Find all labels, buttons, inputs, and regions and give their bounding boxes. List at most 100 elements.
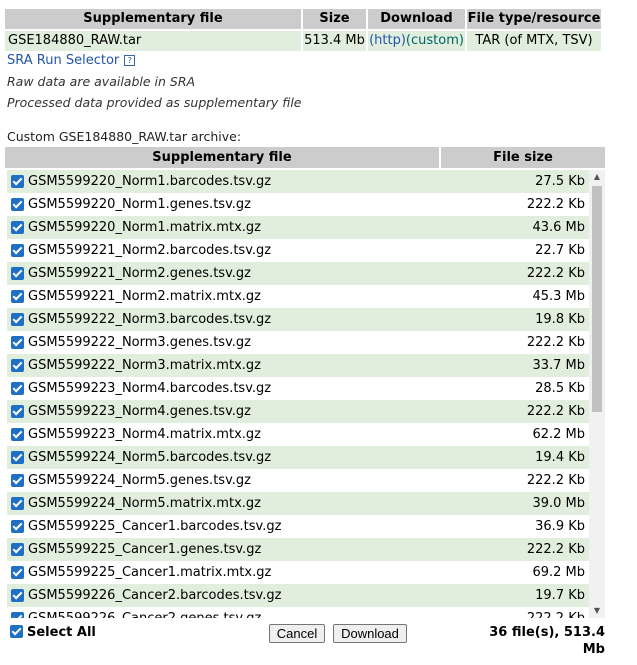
- file-size: 222.2 Kb: [526, 542, 585, 557]
- checkbox-checked-icon[interactable]: [11, 589, 24, 602]
- select-all-label[interactable]: Select All: [27, 624, 96, 641]
- file-name: GSM5599224_Norm5.matrix.mtx.gz: [28, 496, 261, 511]
- file-name: GSM5599222_Norm3.barcodes.tsv.gz: [28, 312, 272, 327]
- table-row[interactable]: GSM5599223_Norm4.matrix.mtx.gz 62.2 Mb: [7, 423, 589, 446]
- file-size: 45.3 Mb: [532, 289, 585, 304]
- table-row[interactable]: GSM5599225_Cancer1.genes.tsv.gz 222.2 Kb: [7, 538, 589, 561]
- file-name: GSM5599224_Norm5.genes.tsv.gz: [28, 473, 251, 488]
- download-button[interactable]: Download: [333, 624, 407, 643]
- file-size: 39.0 Mb: [532, 496, 585, 511]
- file-size: 222.2 Kb: [526, 473, 585, 488]
- checkbox-checked-icon[interactable]: [11, 175, 24, 188]
- file-size: 222.2 Kb: [527, 607, 585, 618]
- file-name: GSM5599220_Norm1.genes.tsv.gz: [28, 197, 251, 212]
- file-size: 36.9 Kb: [535, 519, 585, 534]
- file-size: 222.2 Kb: [526, 197, 585, 212]
- select-all-checkbox[interactable]: [10, 625, 24, 639]
- table-row[interactable]: GSM5599225_Cancer1.barcodes.tsv.gz 36.9 K…: [7, 515, 589, 538]
- help-question-icon[interactable]: ?: [124, 55, 136, 66]
- table-row[interactable]: GSM5599221_Norm2.barcodes.tsv.gz 22.7 Kb: [7, 239, 589, 262]
- file-name: GSM5599221_Norm2.matrix.mtx.gz: [28, 289, 261, 304]
- file-size: 28.5 Kb: [535, 381, 585, 396]
- triangle-down-icon[interactable]: ▼: [589, 604, 605, 618]
- table-row[interactable]: GSM5599223_Norm4.genes.tsv.gz 222.2 Kb: [7, 400, 589, 423]
- sra-run-selector-link[interactable]: SRA Run Selector: [7, 53, 119, 68]
- table-row[interactable]: GSM5599220_Norm1.genes.tsv.gz 222.2 Kb: [7, 193, 589, 216]
- checkbox-checked-icon[interactable]: [11, 336, 24, 349]
- file-size: 33.7 Mb: [532, 358, 585, 373]
- cancel-button[interactable]: Cancel: [269, 624, 325, 643]
- file-size: 222.2 Kb: [526, 335, 585, 350]
- top-col-header-download: Download: [368, 9, 465, 29]
- checkbox-checked-icon[interactable]: [11, 359, 24, 372]
- table-row[interactable]: GSM5599221_Norm2.genes.tsv.gz 222.2 Kb: [7, 262, 589, 285]
- top-download-cell: (http)(custom): [368, 31, 465, 51]
- table-row[interactable]: GSM5599225_Cancer1.matrix.mtx.gz 69.2 Mb: [7, 561, 589, 584]
- file-name: GSM5599225_Cancer1.barcodes.tsv.gz: [28, 519, 282, 534]
- table-row[interactable]: GSM5599221_Norm2.matrix.mtx.gz 45.3 Mb: [7, 285, 589, 308]
- checkbox-checked-icon[interactable]: [11, 290, 24, 303]
- note-raw-data: Raw data are available in SRA: [7, 74, 196, 89]
- checkbox-checked-icon[interactable]: [11, 520, 24, 533]
- file-name: GSM5599223_Norm4.matrix.mtx.gz: [28, 427, 261, 442]
- top-file-type: TAR (of MTX, TSV): [467, 31, 601, 51]
- checkbox-checked-icon[interactable]: [11, 244, 24, 257]
- file-name: GSM5599224_Norm5.barcodes.tsv.gz: [28, 450, 272, 465]
- checkbox-checked-icon[interactable]: [11, 382, 24, 395]
- file-name: GSM5599223_Norm4.barcodes.tsv.gz: [28, 381, 272, 396]
- top-col-header-file: Supplementary file: [5, 9, 301, 29]
- file-name: GSM5599225_Cancer1.genes.tsv.gz: [28, 542, 262, 557]
- download-http-link[interactable]: (http): [369, 33, 406, 48]
- archive-label: Custom GSE184880_RAW.tar archive:: [7, 129, 242, 144]
- file-name: GSM5599221_Norm2.barcodes.tsv.gz: [28, 243, 272, 258]
- checkbox-checked-icon[interactable]: [11, 313, 24, 326]
- file-size: 222.2 Kb: [526, 404, 585, 419]
- table-row[interactable]: GSM5599220_Norm1.barcodes.tsv.gz 27.5 Kb: [7, 170, 589, 193]
- file-name: GSM5599226_Cancer2.barcodes.tsv.gz: [28, 588, 282, 603]
- file-list-rows: GSM5599220_Norm1.barcodes.tsv.gz 27.5 Kb G…: [7, 170, 589, 618]
- top-col-header-type: File type/resource: [467, 9, 601, 29]
- table-row[interactable]: GSM5599222_Norm3.barcodes.tsv.gz 19.8 Kb: [7, 308, 589, 331]
- vertical-scrollbar[interactable]: ▲ ▼: [589, 170, 605, 618]
- checkbox-checked-icon[interactable]: [11, 566, 24, 579]
- file-size: 22.7 Kb: [535, 243, 585, 258]
- checkbox-checked-icon[interactable]: [11, 451, 24, 464]
- table-row[interactable]: GSM5599222_Norm3.matrix.mtx.gz 33.7 Mb: [7, 354, 589, 377]
- table-row[interactable]: GSM5599223_Norm4.barcodes.tsv.gz 28.5 Kb: [7, 377, 589, 400]
- checkbox-checked-icon[interactable]: [11, 405, 24, 418]
- file-size: 43.6 Mb: [532, 220, 585, 235]
- table-row[interactable]: GSM5599226_Cancer2.barcodes.tsv.gz 19.7 K…: [7, 584, 589, 607]
- file-name: GSM5599221_Norm2.genes.tsv.gz: [28, 266, 251, 281]
- checkbox-checked-icon[interactable]: [11, 497, 24, 510]
- triangle-up-icon[interactable]: ▲: [589, 170, 605, 184]
- checkbox-checked-icon[interactable]: [11, 612, 24, 618]
- top-file-size: 513.4 Mb: [303, 31, 366, 51]
- file-name: GSM5599222_Norm3.matrix.mtx.gz: [28, 358, 261, 373]
- note-processed-data: Processed data provided as supplementary…: [7, 95, 302, 110]
- checkbox-checked-icon: [10, 625, 23, 638]
- file-name: GSM5599220_Norm1.matrix.mtx.gz: [28, 220, 261, 235]
- checkbox-checked-icon[interactable]: [11, 221, 24, 234]
- file-name: GSM5599223_Norm4.genes.tsv.gz: [28, 404, 251, 419]
- table-row[interactable]: GSM5599226_Cancer2.genes.tsv.gz 222.2 Kb: [7, 607, 589, 618]
- file-size: 222.2 Kb: [526, 266, 585, 281]
- table-row[interactable]: GSM5599224_Norm5.genes.tsv.gz 222.2 Kb: [7, 469, 589, 492]
- table-row[interactable]: GSM5599224_Norm5.matrix.mtx.gz 39.0 Mb: [7, 492, 589, 515]
- checkbox-checked-icon[interactable]: [11, 474, 24, 487]
- list-col-header-file: Supplementary file: [5, 147, 439, 168]
- sra-run-selector: SRA Run Selector?: [7, 52, 136, 70]
- list-col-header-size: File size: [441, 147, 605, 168]
- checkbox-checked-icon[interactable]: [11, 198, 24, 211]
- checkbox-checked-icon[interactable]: [11, 267, 24, 280]
- file-size: 19.8 Kb: [535, 312, 585, 327]
- download-custom-link[interactable]: (custom): [406, 33, 464, 48]
- checkbox-checked-icon[interactable]: [11, 428, 24, 441]
- table-row[interactable]: GSM5599220_Norm1.matrix.mtx.gz 43.6 Mb: [7, 216, 589, 239]
- file-size: 19.4 Kb: [535, 450, 585, 465]
- table-row[interactable]: GSM5599224_Norm5.barcodes.tsv.gz 19.4 Kb: [7, 446, 589, 469]
- scrollbar-thumb[interactable]: [592, 186, 602, 412]
- checkbox-checked-icon[interactable]: [11, 543, 24, 556]
- file-list-scroll-area[interactable]: GSM5599220_Norm1.barcodes.tsv.gz 27.5 Kb G…: [7, 170, 605, 618]
- table-row[interactable]: GSM5599222_Norm3.genes.tsv.gz 222.2 Kb: [7, 331, 589, 354]
- file-size: 62.2 Mb: [532, 427, 585, 442]
